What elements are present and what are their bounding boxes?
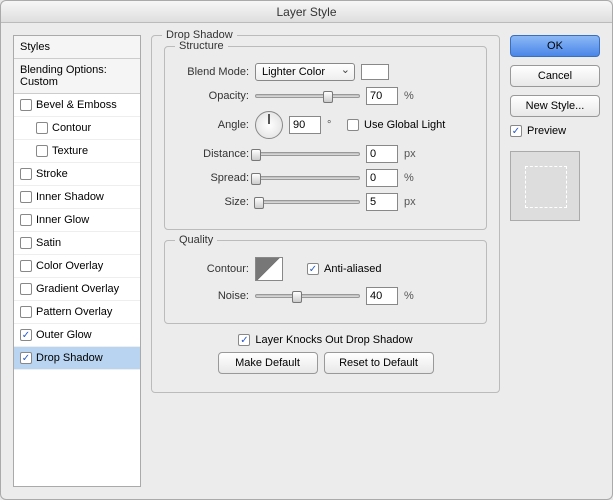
layer-style-dialog: Layer Style Styles Blending Options: Cus… — [0, 0, 613, 500]
distance-input[interactable]: 0 — [366, 145, 398, 163]
checkbox-icon[interactable]: ✓ — [20, 352, 32, 364]
angle-label: Angle: — [177, 119, 249, 131]
distance-label: Distance: — [177, 148, 249, 160]
contour-label: Contour: — [177, 263, 249, 275]
checkbox-icon: ✓ — [307, 263, 319, 275]
angle-dial[interactable] — [255, 111, 283, 139]
angle-input[interactable]: 90 — [289, 116, 321, 134]
structure-legend: Structure — [175, 40, 228, 52]
knockout-label: Layer Knocks Out Drop Shadow — [255, 334, 412, 346]
size-label: Size: — [177, 196, 249, 208]
quality-legend: Quality — [175, 234, 217, 246]
unit-px: px — [404, 196, 418, 208]
sidebar-item-bevel[interactable]: Bevel & Emboss — [14, 94, 140, 117]
preview-label: Preview — [527, 125, 566, 137]
checkbox-icon[interactable] — [20, 260, 32, 272]
checkbox-icon[interactable] — [20, 168, 32, 180]
drop-shadow-fieldset: Drop Shadow Structure Blend Mode: Lighte… — [151, 35, 500, 393]
sidebar-item-label: Pattern Overlay — [36, 306, 112, 318]
checkbox-icon: ✓ — [510, 125, 522, 137]
sidebar-item-label: Outer Glow — [36, 329, 92, 341]
sidebar-item-label: Bevel & Emboss — [36, 99, 117, 111]
sidebar-item-label: Contour — [52, 122, 91, 134]
checkbox-icon[interactable] — [20, 283, 32, 295]
preview-thumbnail — [510, 151, 580, 221]
sidebar-item-gradient-overlay[interactable]: Gradient Overlay — [14, 278, 140, 301]
checkbox-icon[interactable] — [20, 214, 32, 226]
sidebar-item-label: Inner Glow — [36, 214, 89, 226]
unit-degree: ° — [327, 119, 341, 131]
blend-mode-label: Blend Mode: — [177, 66, 249, 78]
ok-button[interactable]: OK — [510, 35, 600, 57]
sidebar-header[interactable]: Styles — [14, 36, 140, 59]
window-title: Layer Style — [1, 1, 612, 23]
sidebar-item-label: Stroke — [36, 168, 68, 180]
checkbox-icon[interactable] — [20, 191, 32, 203]
noise-slider[interactable] — [255, 294, 360, 298]
checkbox-icon[interactable] — [20, 306, 32, 318]
distance-slider[interactable] — [255, 152, 360, 156]
sidebar-item-color-overlay[interactable]: Color Overlay — [14, 255, 140, 278]
sidebar-item-label: Drop Shadow — [36, 352, 103, 364]
sidebar-item-label: Color Overlay — [36, 260, 103, 272]
sidebar-item-drop-shadow[interactable]: ✓ Drop Shadow — [14, 347, 140, 370]
sidebar-item-texture[interactable]: Texture — [14, 140, 140, 163]
unit-percent: % — [404, 90, 418, 102]
color-swatch[interactable] — [361, 64, 389, 80]
size-input[interactable]: 5 — [366, 193, 398, 211]
sidebar-item-outer-glow[interactable]: ✓ Outer Glow — [14, 324, 140, 347]
sidebar-item-inner-shadow[interactable]: Inner Shadow — [14, 186, 140, 209]
knockout-checkbox[interactable]: ✓ Layer Knocks Out Drop Shadow — [238, 334, 412, 346]
size-slider[interactable] — [255, 200, 360, 204]
structure-fieldset: Structure Blend Mode: Lighter Color Opac… — [164, 46, 487, 230]
use-global-label: Use Global Light — [364, 119, 445, 131]
sidebar-item-satin[interactable]: Satin — [14, 232, 140, 255]
blend-mode-select[interactable]: Lighter Color — [255, 63, 355, 81]
checkbox-icon[interactable] — [36, 122, 48, 134]
styles-sidebar: Styles Blending Options: Custom Bevel & … — [13, 35, 141, 487]
use-global-light-checkbox[interactable]: Use Global Light — [347, 119, 445, 131]
checkbox-icon[interactable]: ✓ — [20, 329, 32, 341]
checkbox-icon[interactable] — [36, 145, 48, 157]
blending-options-row[interactable]: Blending Options: Custom — [14, 59, 140, 94]
spread-input[interactable]: 0 — [366, 169, 398, 187]
spread-slider[interactable] — [255, 176, 360, 180]
sidebar-item-contour[interactable]: Contour — [14, 117, 140, 140]
dialog-content: Styles Blending Options: Custom Bevel & … — [1, 23, 612, 499]
spread-label: Spread: — [177, 172, 249, 184]
anti-aliased-label: Anti-aliased — [324, 263, 381, 275]
sidebar-item-label: Inner Shadow — [36, 191, 104, 203]
cancel-button[interactable]: Cancel — [510, 65, 600, 87]
preview-checkbox[interactable]: ✓ Preview — [510, 125, 600, 137]
opacity-label: Opacity: — [177, 90, 249, 102]
noise-label: Noise: — [177, 290, 249, 302]
sidebar-item-inner-glow[interactable]: Inner Glow — [14, 209, 140, 232]
unit-percent: % — [404, 172, 418, 184]
opacity-input[interactable]: 70 — [366, 87, 398, 105]
right-buttons: OK Cancel New Style... ✓ Preview — [510, 35, 600, 487]
checkbox-icon: ✓ — [238, 334, 250, 346]
sidebar-item-label: Satin — [36, 237, 61, 249]
opacity-slider[interactable] — [255, 94, 360, 98]
make-default-button[interactable]: Make Default — [218, 352, 318, 374]
unit-px: px — [404, 148, 418, 160]
sidebar-item-pattern-overlay[interactable]: Pattern Overlay — [14, 301, 140, 324]
sidebar-item-label: Texture — [52, 145, 88, 157]
unit-percent: % — [404, 290, 418, 302]
quality-fieldset: Quality Contour: ✓Anti-aliased Noise: 40… — [164, 240, 487, 324]
new-style-button[interactable]: New Style... — [510, 95, 600, 117]
sidebar-item-stroke[interactable]: Stroke — [14, 163, 140, 186]
settings-panel: Drop Shadow Structure Blend Mode: Lighte… — [151, 35, 500, 487]
reset-default-button[interactable]: Reset to Default — [324, 352, 434, 374]
checkbox-icon — [347, 119, 359, 131]
sidebar-item-label: Gradient Overlay — [36, 283, 119, 295]
noise-input[interactable]: 40 — [366, 287, 398, 305]
checkbox-icon[interactable] — [20, 237, 32, 249]
checkbox-icon[interactable] — [20, 99, 32, 111]
anti-aliased-checkbox[interactable]: ✓ Anti-aliased — [307, 263, 381, 275]
contour-picker[interactable] — [255, 257, 283, 281]
